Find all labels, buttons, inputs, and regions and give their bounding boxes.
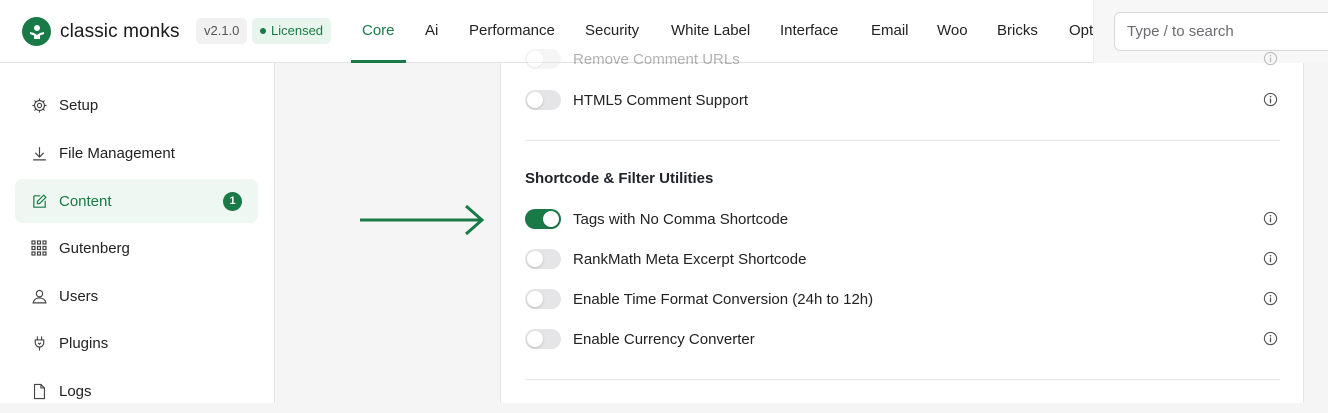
nav-tab-interface[interactable]: Interface xyxy=(780,22,838,39)
info-icon[interactable] xyxy=(1263,92,1278,107)
toggle-switch[interactable] xyxy=(525,329,561,349)
nav-tab-ai[interactable]: Ai xyxy=(425,22,438,39)
plug-icon xyxy=(30,334,48,352)
setting-label: Enable Time Format Conversion (24h to 12… xyxy=(573,290,874,308)
toggle-switch[interactable] xyxy=(525,90,561,110)
section-title: Shortcode & Filter Utilities xyxy=(525,170,714,187)
toggle-knob xyxy=(527,51,543,67)
toggle-switch[interactable] xyxy=(525,249,561,269)
nav-tab-white-label[interactable]: White Label xyxy=(671,22,750,39)
setting-label: Enable Currency Converter xyxy=(573,330,755,348)
info-icon[interactable] xyxy=(1263,211,1278,226)
monk-logo-icon xyxy=(22,17,51,46)
sidebar-item-content[interactable]: Content 1 xyxy=(15,179,258,223)
info-icon[interactable] xyxy=(1263,51,1278,66)
sidebar-item-logs[interactable]: Logs xyxy=(15,369,258,413)
setting-row-tags-no-comma: Tags with No Comma Shortcode xyxy=(525,205,1280,233)
toggle-switch[interactable] xyxy=(525,289,561,309)
brand-name: classic monks xyxy=(60,20,180,42)
sidebar-item-file-management[interactable]: File Management xyxy=(15,131,258,175)
version-badge: v2.1.0 xyxy=(196,18,248,44)
setting-row-currency-converter: Enable Currency Converter xyxy=(525,325,1280,353)
setting-label: Remove Comment URLs xyxy=(573,50,740,68)
count-badge: 1 xyxy=(223,192,242,211)
brand-logo[interactable]: classic monks xyxy=(22,17,180,46)
grid-icon xyxy=(30,239,48,257)
file-icon xyxy=(30,382,48,400)
sidebar-item-label: Content xyxy=(59,192,112,210)
toggle-knob xyxy=(527,92,543,108)
user-icon xyxy=(30,287,48,305)
license-label: Licensed xyxy=(271,23,324,38)
toggle-switch[interactable] xyxy=(525,49,561,69)
download-icon xyxy=(30,144,48,162)
toggle-knob xyxy=(527,291,543,307)
nav-tab-security[interactable]: Security xyxy=(585,22,639,39)
info-icon[interactable] xyxy=(1263,251,1278,266)
nav-tab-woo[interactable]: Woo xyxy=(937,22,968,39)
pointer-arrow-icon xyxy=(360,204,485,236)
section-divider xyxy=(525,140,1280,141)
setting-row-html5-comment-support: HTML5 Comment Support xyxy=(525,86,1280,114)
setting-row-rankmath-excerpt: RankMath Meta Excerpt Shortcode xyxy=(525,245,1280,273)
setting-row-time-format: Enable Time Format Conversion (24h to 12… xyxy=(525,285,1280,313)
nav-tab-opt[interactable]: Opt xyxy=(1069,22,1093,39)
info-icon[interactable] xyxy=(1263,331,1278,346)
info-icon[interactable] xyxy=(1263,291,1278,306)
nav-tab-performance[interactable]: Performance xyxy=(469,22,555,39)
setting-label: RankMath Meta Excerpt Shortcode xyxy=(573,250,807,268)
active-tab-indicator xyxy=(351,60,406,63)
sidebar-item-label: Setup xyxy=(59,96,99,114)
toggle-knob xyxy=(543,211,559,227)
sidebar-item-users[interactable]: Users xyxy=(15,274,258,318)
sidebar-item-gutenberg[interactable]: Gutenberg xyxy=(15,226,258,270)
sidebar-item-setup[interactable]: Setup xyxy=(15,83,258,127)
sidebar-item-plugins[interactable]: Plugins xyxy=(15,321,258,365)
toggle-knob xyxy=(527,251,543,267)
section-divider xyxy=(525,379,1280,380)
sidebar-item-label: Gutenberg xyxy=(59,239,130,257)
gear-icon xyxy=(30,96,48,114)
status-dot-icon xyxy=(260,27,266,34)
toggle-switch[interactable] xyxy=(525,209,561,229)
sidebar-item-label: Plugins xyxy=(59,334,109,352)
nav-tab-bricks[interactable]: Bricks xyxy=(997,22,1038,39)
sidebar-item-label: Logs xyxy=(59,382,92,400)
sidebar-item-label: File Management xyxy=(59,144,175,162)
setting-label: HTML5 Comment Support xyxy=(573,91,749,109)
toggle-knob xyxy=(527,331,543,347)
license-badge: Licensed xyxy=(252,18,332,44)
edit-icon xyxy=(30,192,48,210)
nav-tab-core[interactable]: Core xyxy=(362,22,395,39)
nav-tab-email[interactable]: Email xyxy=(871,22,909,39)
sidebar: Setup File Management Content 1 Gutenber… xyxy=(0,63,275,403)
setting-label: Tags with No Comma Shortcode xyxy=(573,210,789,228)
sidebar-item-label: Users xyxy=(59,287,99,305)
setting-row-remove-comment-urls: Remove Comment URLs xyxy=(525,45,1280,73)
